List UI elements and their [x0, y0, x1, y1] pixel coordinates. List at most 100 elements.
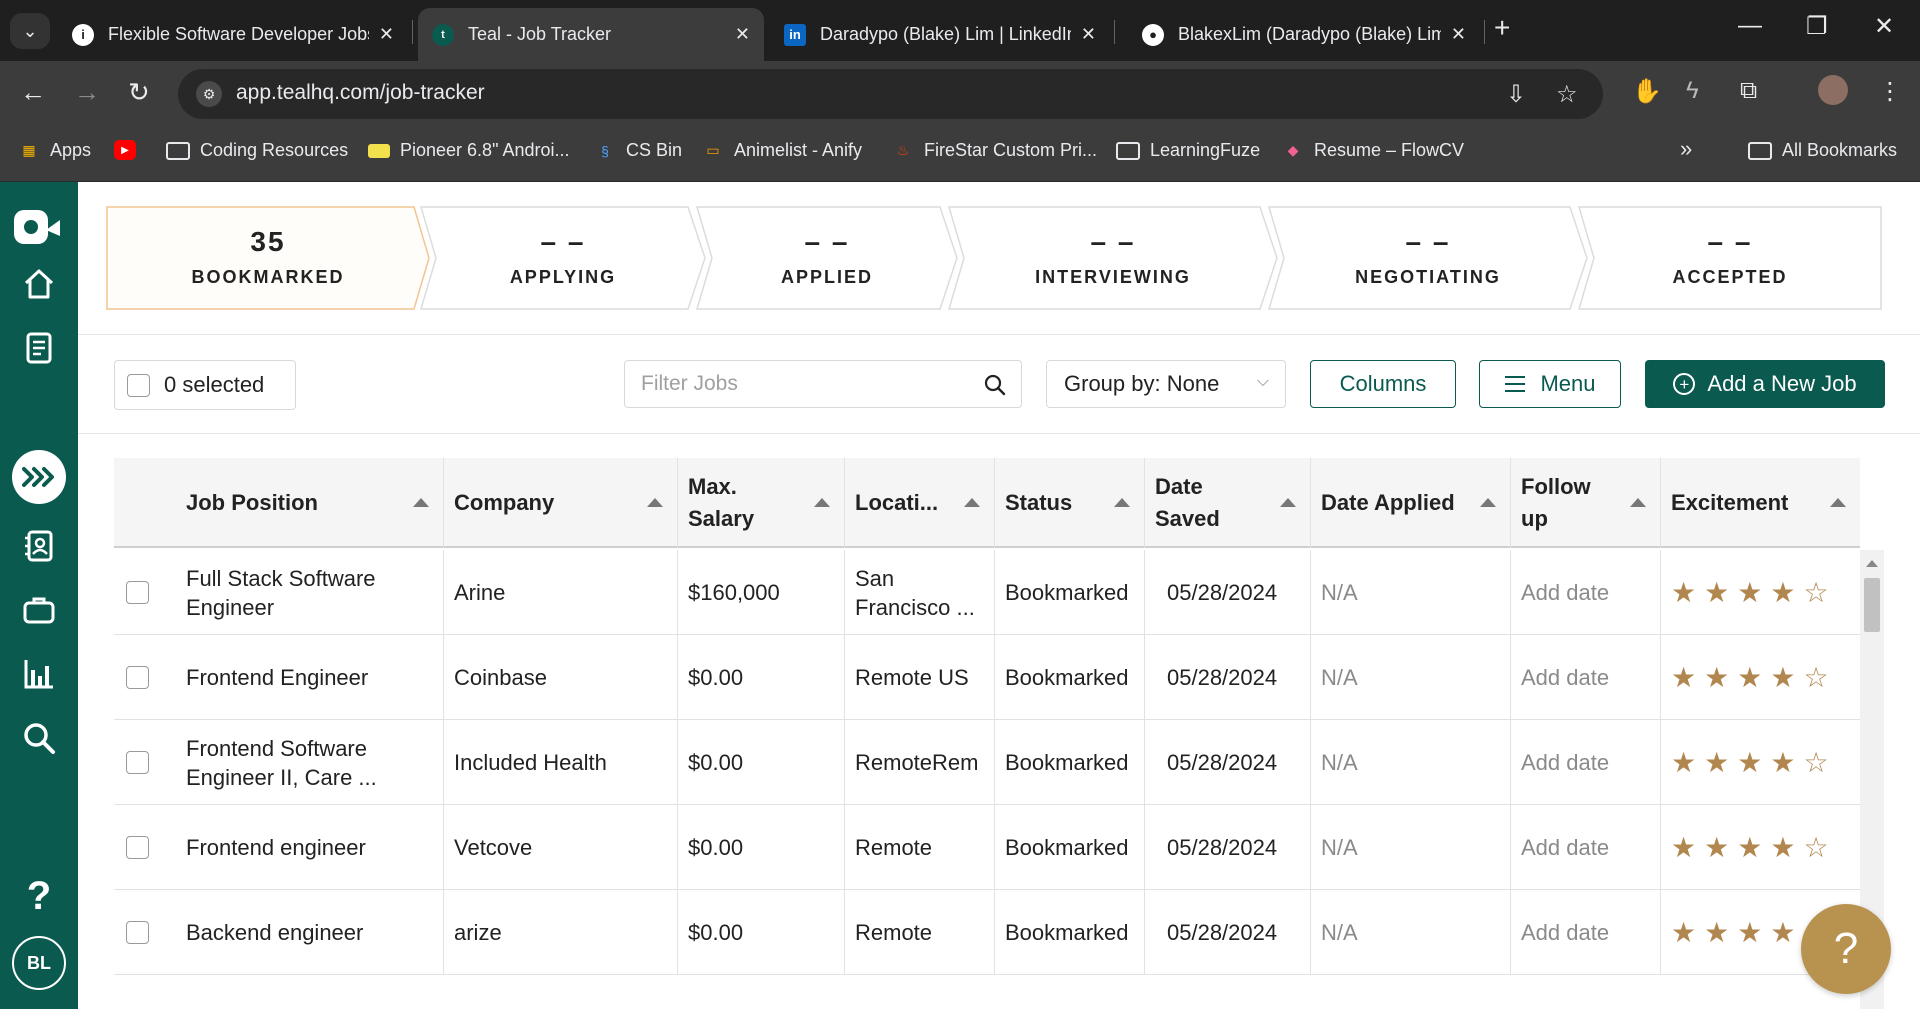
site-settings-icon[interactable]: ⚙	[196, 81, 222, 107]
star-filled-icon[interactable]: ★	[1671, 918, 1696, 947]
column-header-location[interactable]: Locati...	[845, 458, 995, 548]
star-empty-icon[interactable]: ☆	[1803, 748, 1828, 777]
bookmark-firestar[interactable]: ♨ FireStar Custom Pri...	[892, 140, 1097, 161]
tab-linkedin[interactable]: in Daradypo (Blake) Lim | LinkedIn ✕	[770, 8, 1110, 61]
star-filled-icon[interactable]: ★	[1671, 748, 1696, 777]
bookmark-cs-bin[interactable]: § CS Bin	[594, 140, 682, 161]
resume-icon[interactable]	[19, 328, 59, 368]
star-filled-icon[interactable]: ★	[1737, 663, 1762, 692]
excitement-rating[interactable]: ★ ★ ★ ★ ☆	[1671, 663, 1829, 692]
extension-icon[interactable]: ϟ	[1686, 77, 1699, 105]
forward-arrow-icon[interactable]: →	[74, 77, 100, 108]
home-icon[interactable]	[19, 264, 59, 304]
bookmark-star-icon[interactable]: ☆	[1556, 80, 1578, 109]
minimize-window-icon[interactable]: —	[1738, 12, 1762, 40]
back-arrow-icon[interactable]: ←	[20, 77, 46, 108]
star-empty-icon[interactable]: ☆	[1803, 578, 1828, 607]
column-header-job-position[interactable]: Job Position	[114, 458, 444, 548]
menu-button[interactable]: Menu	[1479, 360, 1621, 408]
user-avatar[interactable]: BL	[12, 936, 66, 990]
star-filled-icon[interactable]: ★	[1770, 833, 1795, 862]
close-tab-icon[interactable]: ✕	[1081, 24, 1096, 45]
star-filled-icon[interactable]: ★	[1671, 833, 1696, 862]
stage-negotiating[interactable]: – – NEGOTIATING	[1268, 206, 1588, 310]
star-filled-icon[interactable]: ★	[1770, 663, 1795, 692]
tab-search-button[interactable]: ⌄	[10, 13, 50, 49]
teal-logo-icon[interactable]	[12, 206, 64, 250]
help-chat-button[interactable]: ?	[1801, 904, 1891, 994]
job-tracker-icon[interactable]	[12, 450, 66, 504]
stage-accepted[interactable]: – – ACCEPTED	[1578, 206, 1882, 310]
filter-jobs-field[interactable]	[624, 360, 1022, 408]
briefcase-icon[interactable]	[19, 590, 59, 630]
excitement-rating[interactable]: ★ ★ ★ ★ ☆	[1671, 748, 1829, 777]
bookmark-flowcv[interactable]: ◆ Resume – FlowCV	[1282, 140, 1464, 161]
sort-asc-icon[interactable]	[1280, 498, 1296, 507]
filter-jobs-input[interactable]	[625, 361, 965, 407]
tab-github[interactable]: ● BlakexLim (Daradypo (Blake) Lim) ✕	[1128, 8, 1480, 61]
table-row[interactable]: Full Stack Software Engineer Arine $160,00…	[114, 550, 1860, 635]
star-empty-icon[interactable]: ☆	[1803, 663, 1828, 692]
install-app-icon[interactable]: ⇩	[1506, 80, 1526, 109]
bookmark-youtube[interactable]: ▶	[114, 140, 146, 160]
column-header-date-saved[interactable]: Date Saved	[1145, 458, 1311, 548]
bookmark-apps[interactable]: ▦ Apps	[18, 140, 91, 161]
star-filled-icon[interactable]: ★	[1704, 663, 1729, 692]
cell-follow-up[interactable]: Add date	[1511, 635, 1661, 720]
new-tab-button[interactable]: +	[1494, 12, 1510, 44]
search-icon[interactable]	[983, 373, 1007, 397]
star-filled-icon[interactable]: ★	[1704, 578, 1729, 607]
column-header-company[interactable]: Company	[444, 458, 678, 548]
select-all-control[interactable]: 0 selected	[114, 360, 296, 410]
table-row[interactable]: Backend engineer arize $0.00 Remote Bookmark…	[114, 890, 1860, 975]
analytics-icon[interactable]	[19, 654, 59, 694]
sort-asc-icon[interactable]	[1114, 498, 1130, 507]
extensions-puzzle-icon[interactable]: ⧉	[1740, 77, 1757, 105]
close-tab-icon[interactable]: ✕	[735, 24, 750, 45]
scrollbar-thumb[interactable]	[1864, 578, 1880, 632]
star-filled-icon[interactable]: ★	[1737, 578, 1762, 607]
excitement-rating[interactable]: ★ ★ ★ ★ ☆	[1671, 578, 1829, 607]
star-filled-icon[interactable]: ★	[1704, 748, 1729, 777]
columns-button[interactable]: Columns	[1310, 360, 1456, 408]
close-tab-icon[interactable]: ✕	[379, 24, 394, 45]
contacts-icon[interactable]	[19, 526, 59, 566]
tab-teal-job-tracker[interactable]: t Teal - Job Tracker ✕	[418, 8, 764, 61]
column-header-follow-up[interactable]: Follow up	[1511, 458, 1661, 548]
column-header-max-salary[interactable]: Max. Salary	[678, 458, 845, 548]
sort-asc-icon[interactable]	[1630, 498, 1646, 507]
column-header-excitement[interactable]: Excitement	[1661, 458, 1860, 548]
add-new-job-button[interactable]: + Add a New Job	[1645, 360, 1885, 408]
stage-bookmarked[interactable]: 35 BOOKMARKED	[106, 206, 430, 310]
help-icon[interactable]: ?	[19, 874, 59, 918]
sort-asc-icon[interactable]	[814, 498, 830, 507]
stage-applying[interactable]: – – APPLYING	[420, 206, 706, 310]
sort-asc-icon[interactable]	[647, 498, 663, 507]
stage-applied[interactable]: – – APPLIED	[696, 206, 958, 310]
star-empty-icon[interactable]: ☆	[1803, 833, 1828, 862]
table-row[interactable]: Frontend Engineer Coinbase $0.00 Remote US B…	[114, 635, 1860, 720]
cell-follow-up[interactable]: Add date	[1511, 720, 1661, 805]
star-filled-icon[interactable]: ★	[1737, 833, 1762, 862]
bookmark-pioneer[interactable]: Pioneer 6.8" Androi...	[368, 140, 570, 161]
table-row[interactable]: Frontend Software Engineer II, Care ... I…	[114, 720, 1860, 805]
tab-flexible-jobs[interactable]: i Flexible Software Developer Jobs ✕	[58, 8, 408, 61]
column-header-status[interactable]: Status	[995, 458, 1145, 548]
column-header-date-applied[interactable]: Date Applied	[1311, 458, 1511, 548]
excitement-rating[interactable]: ★ ★ ★ ★ ☆	[1671, 833, 1829, 862]
table-row[interactable]: Frontend engineer Vetcove $0.00 Remote Bookm…	[114, 805, 1860, 890]
star-filled-icon[interactable]: ★	[1671, 578, 1696, 607]
stage-interviewing[interactable]: – – INTERVIEWING	[948, 206, 1278, 310]
close-tab-icon[interactable]: ✕	[1451, 24, 1466, 45]
bookmark-coding-resources[interactable]: Coding Resources	[166, 140, 348, 161]
star-filled-icon[interactable]: ★	[1704, 918, 1729, 947]
star-filled-icon[interactable]: ★	[1737, 748, 1762, 777]
more-bookmarks-button[interactable]: »	[1680, 136, 1692, 162]
star-filled-icon[interactable]: ★	[1770, 748, 1795, 777]
star-filled-icon[interactable]: ★	[1704, 833, 1729, 862]
star-filled-icon[interactable]: ★	[1671, 663, 1696, 692]
sort-asc-icon[interactable]	[1480, 498, 1496, 507]
adblock-extension-icon[interactable]: ✋	[1632, 77, 1662, 106]
cell-follow-up[interactable]: Add date	[1511, 550, 1661, 635]
star-filled-icon[interactable]: ★	[1737, 918, 1762, 947]
